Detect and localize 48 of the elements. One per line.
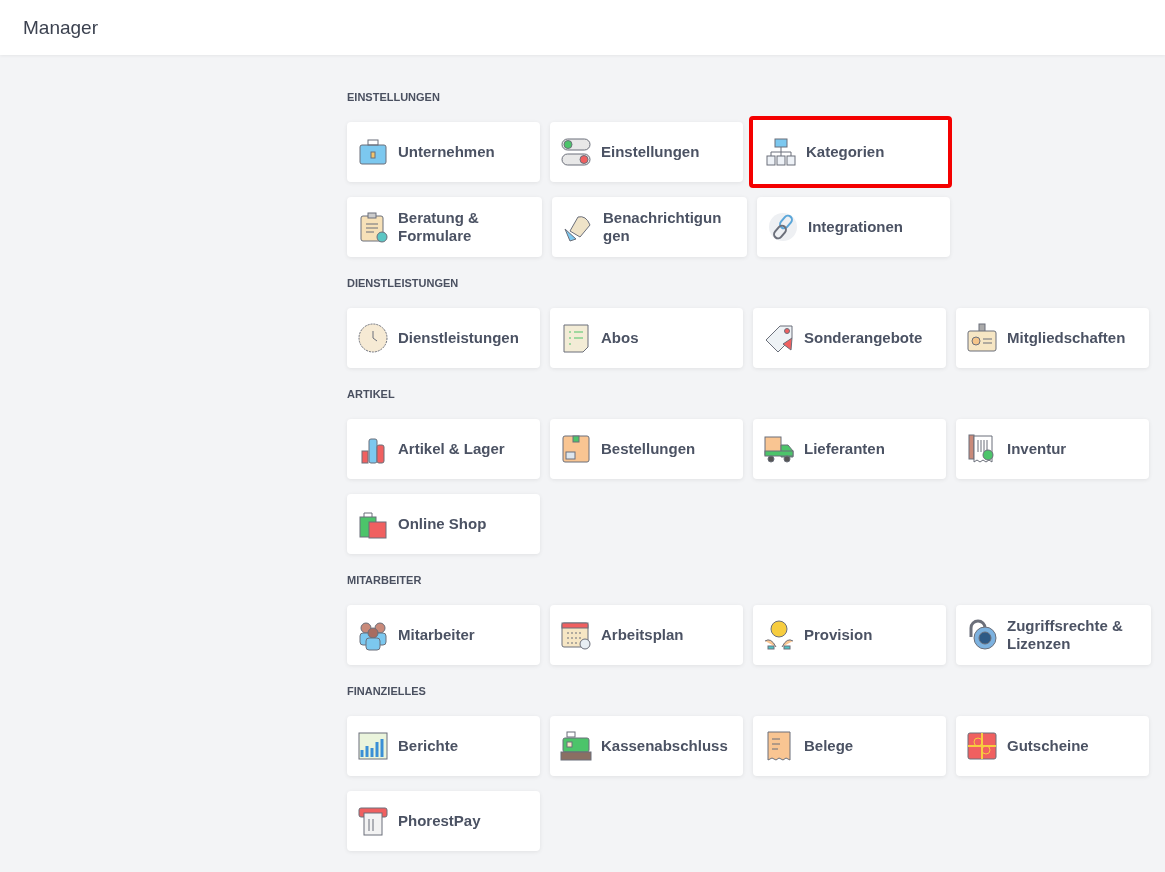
manager-tile[interactable]: Einstellungen <box>550 122 743 182</box>
manager-tile[interactable]: Bestellungen <box>550 419 743 479</box>
page-title: Manager <box>23 16 98 39</box>
section-heading: ARTIKEL <box>347 388 396 402</box>
manager-tile[interactable]: PhorestPay <box>347 791 540 851</box>
manager-tile[interactable]: Gutscheine <box>956 716 1149 776</box>
hierarchy-icon <box>765 136 797 168</box>
manager-tile[interactable]: Dienstleistungen <box>347 308 540 368</box>
manager-tile[interactable]: Mitgliedschaften <box>956 308 1149 368</box>
manager-tile[interactable]: Unternehmen <box>347 122 540 182</box>
manager-tile[interactable]: Integrationen <box>757 197 950 257</box>
manager-tile[interactable]: Sonderangebote <box>753 308 946 368</box>
manager-tile[interactable]: Online Shop <box>347 494 540 554</box>
clipboard-icon <box>357 211 389 243</box>
truck-icon <box>763 433 795 465</box>
manager-tile[interactable]: Beratung & Formulare <box>347 197 542 257</box>
calendar-icon <box>560 619 592 651</box>
section-heading: MITARBEITER <box>347 574 423 588</box>
manager-tile[interactable]: Kassenabschluss <box>550 716 743 776</box>
coin-icon <box>763 619 795 651</box>
manager-tile[interactable]: Lieferanten <box>753 419 946 479</box>
register-icon <box>560 730 592 762</box>
manager-tile[interactable]: Inventur <box>956 419 1149 479</box>
clock-icon <box>357 322 389 354</box>
manager-tile[interactable]: Kategorien <box>749 116 952 188</box>
manager-tile[interactable]: Zugriffsrechte & Lizenzen <box>956 605 1151 665</box>
section-heading: EINSTELLUNGEN <box>347 91 441 105</box>
people-icon <box>357 619 389 651</box>
manager-tile[interactable]: Belege <box>753 716 946 776</box>
badge-icon <box>966 322 998 354</box>
terminal-icon <box>357 805 389 837</box>
chart-icon <box>357 730 389 762</box>
section-heading: DIENSTLEISTUNGEN <box>347 277 460 291</box>
manager-tile[interactable]: Berichte <box>347 716 540 776</box>
box-icon <box>560 433 592 465</box>
manager-tile[interactable]: Benachrichtigun gen <box>552 197 747 257</box>
link-icon <box>767 211 799 243</box>
manager-tile[interactable]: Provision <box>753 605 946 665</box>
manager-tile[interactable]: Arbeitsplan <box>550 605 743 665</box>
manager-tile[interactable]: Artikel & Lager <box>347 419 540 479</box>
gift-icon <box>966 730 998 762</box>
list-icon <box>560 322 592 354</box>
manager-tile[interactable]: Mitarbeiter <box>347 605 540 665</box>
section-heading: FINANZIELLES <box>347 685 427 699</box>
manager-tile[interactable]: Abos <box>550 308 743 368</box>
briefcase-icon <box>357 136 389 168</box>
tag-icon <box>763 322 795 354</box>
toggles-icon <box>560 136 592 168</box>
